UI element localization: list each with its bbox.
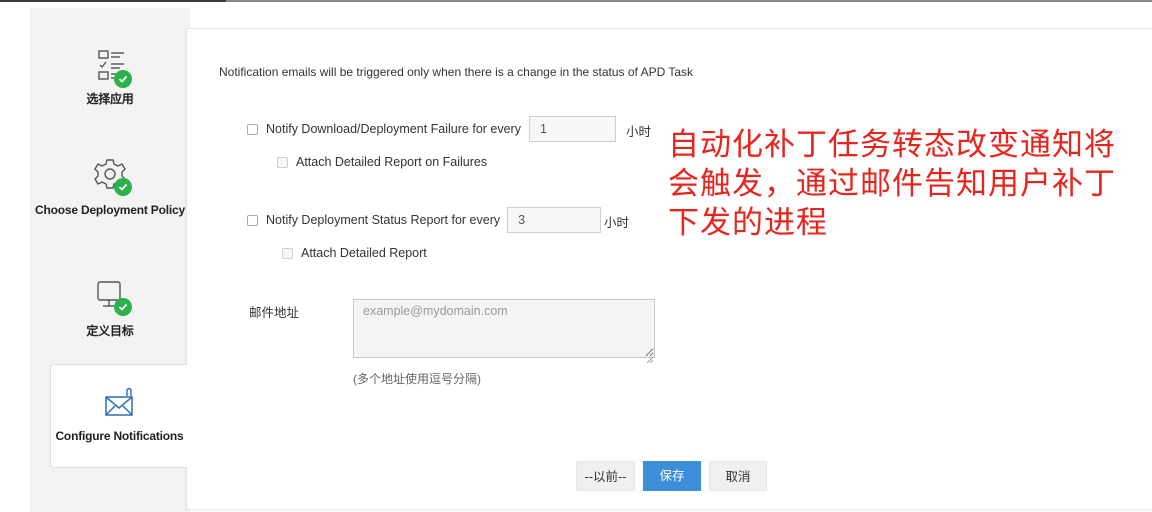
attach-failures-label: Attach Detailed Report on Failures — [296, 155, 488, 169]
step-label: Choose Deployment Policy — [35, 203, 185, 217]
failure-interval-input[interactable]: 1 — [528, 116, 616, 142]
wizard-step-define-targets[interactable]: 定义目标 — [30, 278, 190, 339]
top-border-light — [226, 0, 1152, 2]
status-interval-input[interactable]: 3 — [507, 207, 602, 233]
status-notify-label: Notify Deployment Status Report for ever… — [266, 213, 501, 227]
gear-icon — [90, 157, 132, 199]
status-interval-unit: 小时 — [604, 216, 630, 230]
previous-button[interactable]: --以前-- — [576, 461, 635, 491]
completed-check-icon — [114, 178, 132, 196]
attach-report-checkbox[interactable] — [282, 247, 293, 259]
annotation-text: 自动化补丁任务转态改变通知将会触发，通过邮件告知用户补丁下发的进程 — [668, 127, 1116, 241]
attach-failures-row: Attach Detailed Report on Failures — [277, 155, 487, 169]
failure-notify-row: Notify Download/Deployment Failure for e… — [247, 116, 616, 142]
email-hint: (多个地址使用逗号分隔) — [353, 372, 481, 386]
wizard-step-select-apps[interactable]: 选择应用 — [30, 46, 190, 107]
failure-interval-unit: 小时 — [626, 125, 652, 139]
save-button[interactable]: 保存 — [643, 461, 701, 491]
failure-notify-checkbox[interactable] — [247, 123, 258, 135]
failure-notify-label: Notify Download/Deployment Failure for e… — [266, 122, 521, 136]
status-notify-checkbox[interactable] — [247, 214, 258, 226]
step-label: Configure Notifications — [55, 429, 184, 443]
monitor-icon — [90, 278, 132, 318]
attach-report-label: Attach Detailed Report — [301, 246, 427, 260]
checklist-icon — [90, 46, 132, 92]
completed-check-icon — [114, 70, 132, 88]
resize-grip-icon[interactable] — [646, 350, 654, 364]
step-label: 选择应用 — [86, 92, 134, 106]
status-notify-row: Notify Deployment Status Report for ever… — [247, 207, 602, 233]
cancel-button[interactable]: 取消 — [709, 461, 767, 491]
wizard-step-configure-notifications[interactable]: Configure Notifications — [50, 364, 188, 468]
content-panel — [186, 28, 1152, 509]
wizard-step-deployment-policy[interactable]: Choose Deployment Policy — [30, 157, 190, 218]
step-label: 定义目标 — [86, 324, 134, 338]
email-label: 邮件地址 — [249, 306, 300, 320]
attach-failures-checkbox[interactable] — [277, 156, 288, 168]
email-input[interactable] — [353, 299, 655, 358]
attach-report-row: Attach Detailed Report — [282, 246, 427, 260]
envelope-icon — [100, 387, 140, 427]
notification-notice: Notification emails will be triggered on… — [219, 65, 694, 79]
completed-check-icon — [114, 298, 132, 316]
